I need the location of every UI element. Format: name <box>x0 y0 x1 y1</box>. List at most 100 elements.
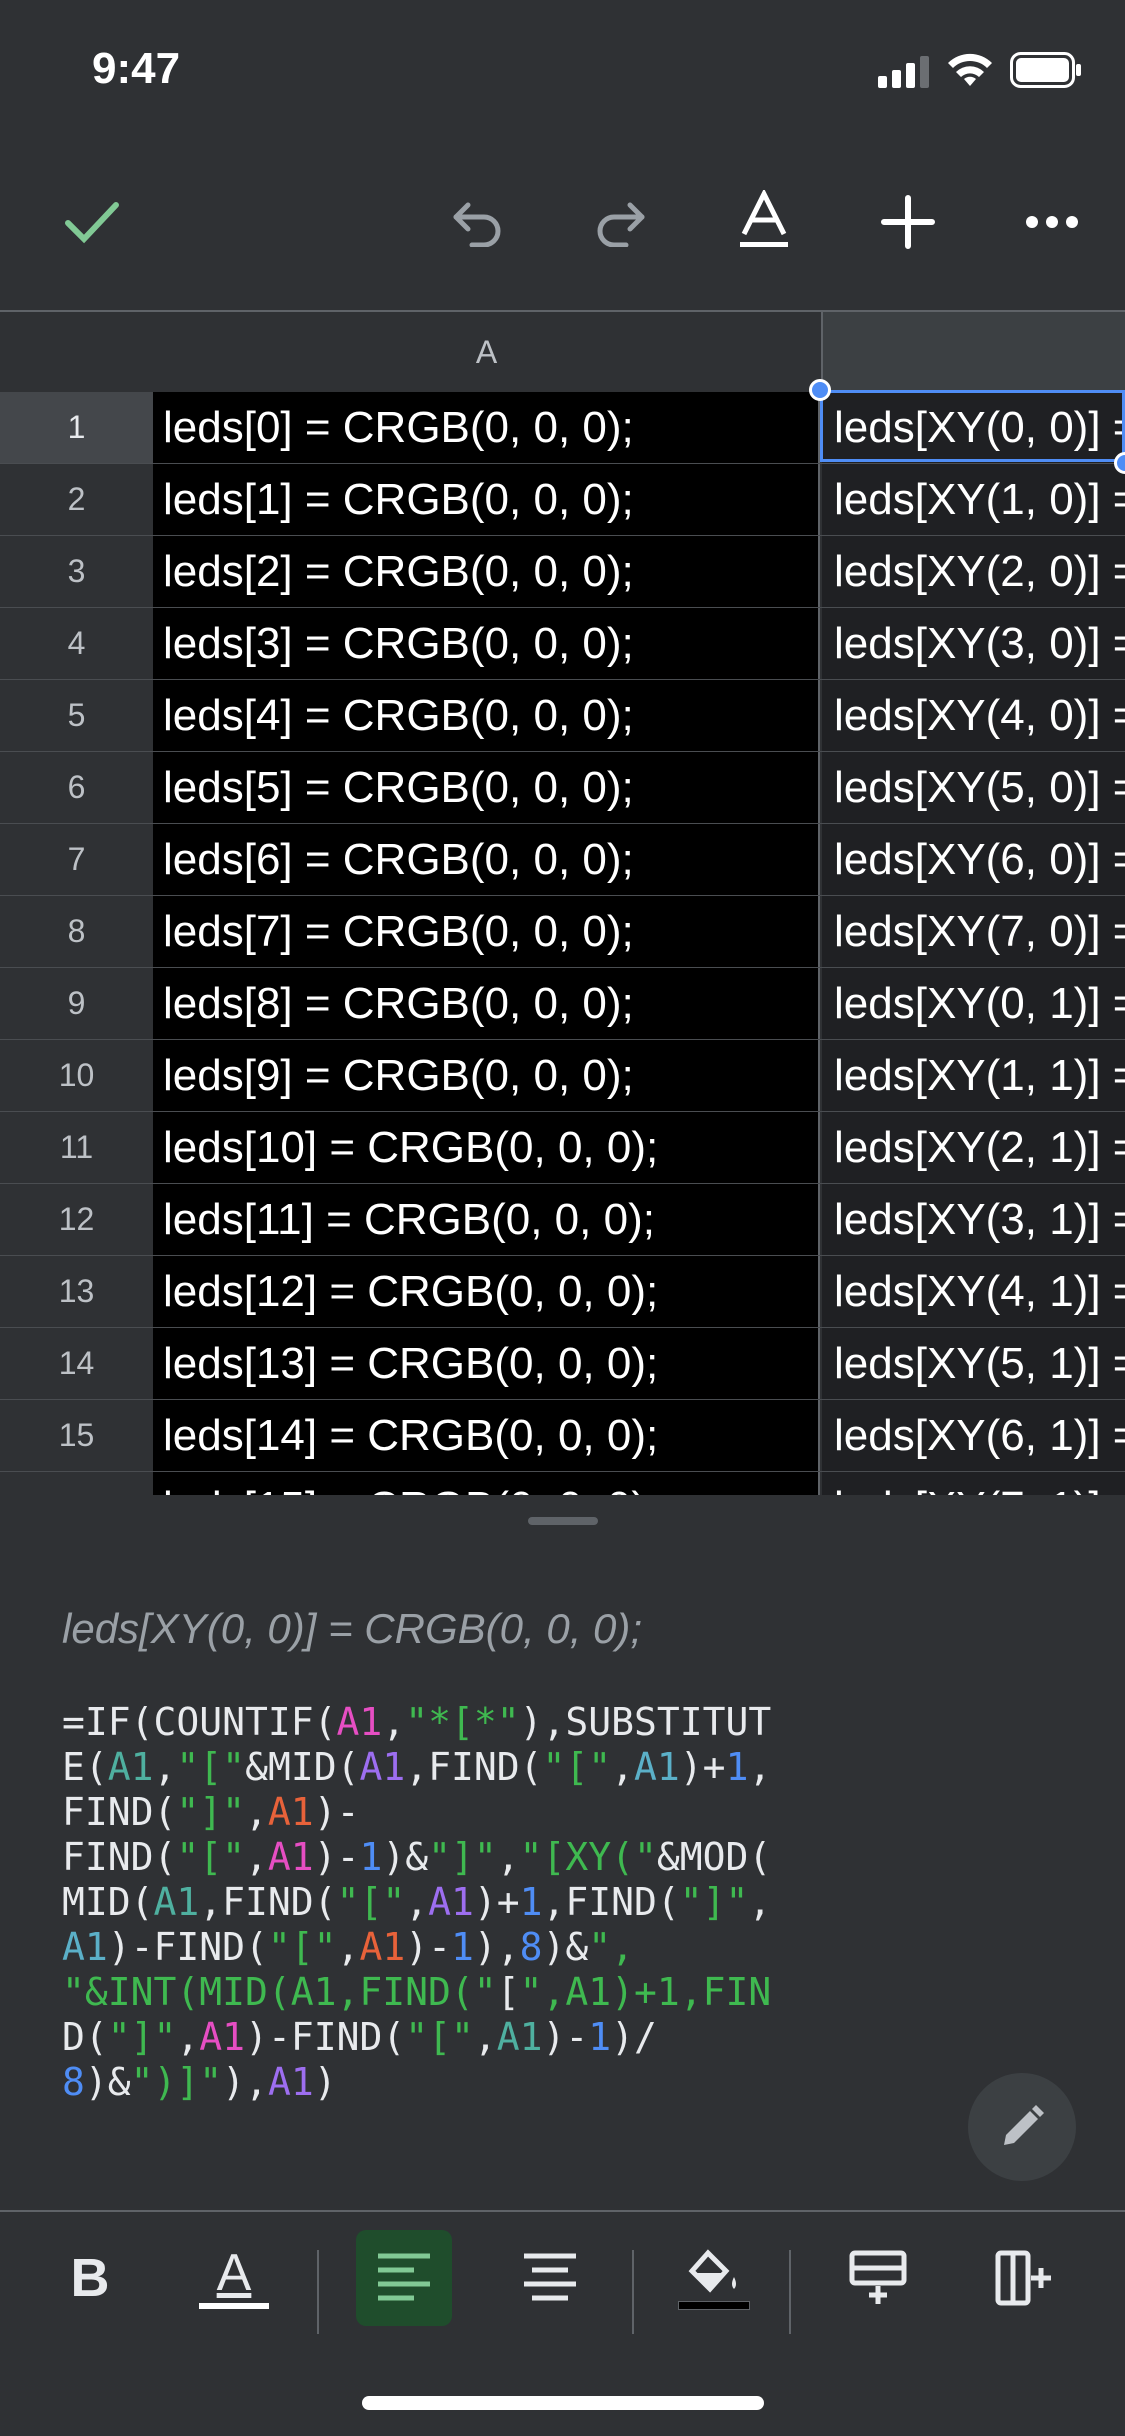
cell-b[interactable]: leds[XY(3, 0)] = <box>822 608 1125 679</box>
row-number[interactable]: 10 <box>0 1040 153 1111</box>
formula-text[interactable]: =IF(COUNTIF(A1,"*[*"),SUBSTITUT E(A1,"["&… <box>62 1700 932 2105</box>
cell-a[interactable]: leds[9] = CRGB(0, 0, 0); <box>153 1040 820 1111</box>
cell-b[interactable]: leds[XY(5, 0)] = <box>822 752 1125 823</box>
wifi-icon <box>946 52 994 93</box>
home-indicator[interactable] <box>362 2396 764 2410</box>
status-time: 9:47 <box>92 44 181 93</box>
cell-b[interactable]: leds[XY(2, 0)] = <box>822 536 1125 607</box>
cell-a[interactable]: leds[8] = CRGB(0, 0, 0); <box>153 968 820 1039</box>
cell-a[interactable]: leds[11] = CRGB(0, 0, 0); <box>153 1184 820 1255</box>
fill-color-button[interactable] <box>666 2230 762 2326</box>
cell-b[interactable]: leds[XY(4, 1)] = <box>822 1256 1125 1327</box>
column-header-b[interactable] <box>821 312 1125 392</box>
spreadsheet-grid[interactable]: A 1 leds[0] = CRGB(0, 0, 0); leds[XY(0, 0)… <box>0 310 1125 1495</box>
cell-a[interactable]: leds[12] = CRGB(0, 0, 0); <box>153 1256 820 1327</box>
plus-icon[interactable] <box>866 180 950 264</box>
column-header-a[interactable]: A <box>153 312 820 392</box>
formula-panel: leds[XY(0, 0)] = CRGB(0, 0, 0); =IF(COUN… <box>0 1495 1125 2210</box>
cell-b[interactable]: leds[XY(3, 1)] = <box>822 1184 1125 1255</box>
cell-a[interactable]: leds[7] = CRGB(0, 0, 0); <box>153 896 820 967</box>
edit-button[interactable] <box>968 2073 1076 2181</box>
row-number[interactable]: 5 <box>0 680 153 751</box>
table-row: 16leds[15] = CRGB(0, 0, 0);leds[XY(7, 1)… <box>0 1472 1125 1495</box>
align-left-button[interactable] <box>356 2230 452 2326</box>
row-number[interactable]: 8 <box>0 896 153 967</box>
redo-icon[interactable] <box>578 180 662 264</box>
align-center-icon <box>524 2253 576 2301</box>
cell-a[interactable]: leds[0] = CRGB(0, 0, 0); <box>153 392 820 463</box>
undo-icon[interactable] <box>436 180 520 264</box>
cell-b[interactable]: leds[XY(0, 0)] = <box>822 392 1125 463</box>
cellular-signal-icon <box>878 56 930 93</box>
check-icon[interactable] <box>50 180 134 264</box>
battery-icon <box>1010 52 1082 93</box>
text-color-button[interactable]: A <box>186 2230 282 2326</box>
cell-a[interactable]: leds[13] = CRGB(0, 0, 0); <box>153 1328 820 1399</box>
row-number[interactable]: 1 <box>0 392 153 463</box>
row-number[interactable]: 14 <box>0 1328 153 1399</box>
text-color-swatch <box>199 2303 269 2309</box>
row-number[interactable]: 15 <box>0 1400 153 1471</box>
cell-b[interactable]: leds[XY(1, 0)] = <box>822 464 1125 535</box>
row-number[interactable]: 12 <box>0 1184 153 1255</box>
formula-line: D("]",A1)-FIND("[",A1)-1)/ <box>62 2015 657 2059</box>
cell-b[interactable]: leds[XY(7, 1)] = <box>822 1472 1125 1495</box>
table-row: 14 leds[13] = CRGB(0, 0, 0); leds[XY(5, 1)… <box>0 1328 1125 1400</box>
table-row: 7 leds[6] = CRGB(0, 0, 0); leds[XY(6, 0)] … <box>0 824 1125 896</box>
cell-b[interactable]: leds[XY(6, 0)] = <box>822 824 1125 895</box>
pencil-icon <box>1004 2105 1044 2145</box>
formula-line: E(A1,"["&MID(A1,FIND("[",A1)+1, <box>62 1745 772 1789</box>
text-color-icon: A <box>216 2244 252 2302</box>
cell-a[interactable]: leds[6] = CRGB(0, 0, 0); <box>153 824 820 895</box>
selection-handle-top[interactable] <box>809 379 831 401</box>
insert-row-button[interactable] <box>830 2230 926 2326</box>
divider <box>317 2250 319 2334</box>
row-number[interactable]: 3 <box>0 536 153 607</box>
cell-b[interactable]: leds[XY(6, 1)] = <box>822 1400 1125 1471</box>
table-row: 8 leds[7] = CRGB(0, 0, 0); leds[XY(7, 0)] … <box>0 896 1125 968</box>
table-row: 4 leds[3] = CRGB(0, 0, 0); leds[XY(3, 0)] … <box>0 608 1125 680</box>
row-number[interactable]: 4 <box>0 608 153 679</box>
row-number[interactable]: 9 <box>0 968 153 1039</box>
table-row: 3 leds[2] = CRGB(0, 0, 0); leds[XY(2, 0)] … <box>0 536 1125 608</box>
cell-a[interactable]: leds[5] = CRGB(0, 0, 0); <box>153 752 820 823</box>
more-icon[interactable] <box>1010 180 1094 264</box>
row-number[interactable]: 2 <box>0 464 153 535</box>
row-number[interactable]: 6 <box>0 752 153 823</box>
fill-color-swatch <box>678 2300 750 2310</box>
align-center-button[interactable] <box>502 2230 598 2326</box>
cell-a[interactable]: leds[4] = CRGB(0, 0, 0); <box>153 680 820 751</box>
table-row: 1 leds[0] = CRGB(0, 0, 0); leds[XY(0, 0)] … <box>0 392 1125 464</box>
row-number[interactable]: 13 <box>0 1256 153 1327</box>
cell-a[interactable]: leds[1] = CRGB(0, 0, 0); <box>153 464 820 535</box>
cell-a[interactable]: leds[10] = CRGB(0, 0, 0); <box>153 1112 820 1183</box>
cell-a[interactable]: leds[3] = CRGB(0, 0, 0); <box>153 608 820 679</box>
cell-b[interactable]: leds[XY(5, 1)] = <box>822 1328 1125 1399</box>
cell-b[interactable]: leds[XY(1, 1)] = <box>822 1040 1125 1111</box>
cell-a[interactable]: leds[2] = CRGB(0, 0, 0); <box>153 536 820 607</box>
row-number[interactable]: 11 <box>0 1112 153 1183</box>
formula-line: FIND("]",A1)- <box>62 1790 360 1834</box>
row-number[interactable]: 16 <box>0 1472 153 1495</box>
cell-b[interactable]: leds[XY(0, 1)] = <box>822 968 1125 1039</box>
insert-column-button[interactable] <box>976 2230 1072 2326</box>
cell-a[interactable]: leds[14] = CRGB(0, 0, 0); <box>153 1400 820 1471</box>
cell-a[interactable]: leds[15] = CRGB(0, 0, 0); <box>153 1472 820 1495</box>
divider <box>632 2250 634 2334</box>
formula-line: =IF(COUNTIF(A1,"*[*"),SUBSTITUT <box>62 1700 772 1744</box>
table-row: 13 leds[12] = CRGB(0, 0, 0); leds[XY(4, 1)… <box>0 1256 1125 1328</box>
cell-value-preview: leds[XY(0, 0)] = CRGB(0, 0, 0); <box>62 1605 643 1652</box>
formula-line: A1)-FIND("[",A1)-1),8)&", <box>62 1925 635 1969</box>
cell-b[interactable]: leds[XY(7, 0)] = <box>822 896 1125 967</box>
table-row: 5 leds[4] = CRGB(0, 0, 0); leds[XY(4, 0)] … <box>0 680 1125 752</box>
text-format-icon[interactable] <box>722 180 806 264</box>
table-row: 6 leds[5] = CRGB(0, 0, 0); leds[XY(5, 0)] … <box>0 752 1125 824</box>
cell-b[interactable]: leds[XY(2, 1)] = <box>822 1112 1125 1183</box>
table-row: 10 leds[9] = CRGB(0, 0, 0); leds[XY(1, 1)]… <box>0 1040 1125 1112</box>
row-number[interactable]: 7 <box>0 824 153 895</box>
bold-button[interactable]: B <box>42 2230 138 2326</box>
cell-b[interactable]: leds[XY(4, 0)] = <box>822 680 1125 751</box>
align-left-icon <box>378 2253 430 2301</box>
panel-drag-handle[interactable] <box>528 1517 598 1525</box>
table-row: 9 leds[8] = CRGB(0, 0, 0); leds[XY(0, 1)] … <box>0 968 1125 1040</box>
